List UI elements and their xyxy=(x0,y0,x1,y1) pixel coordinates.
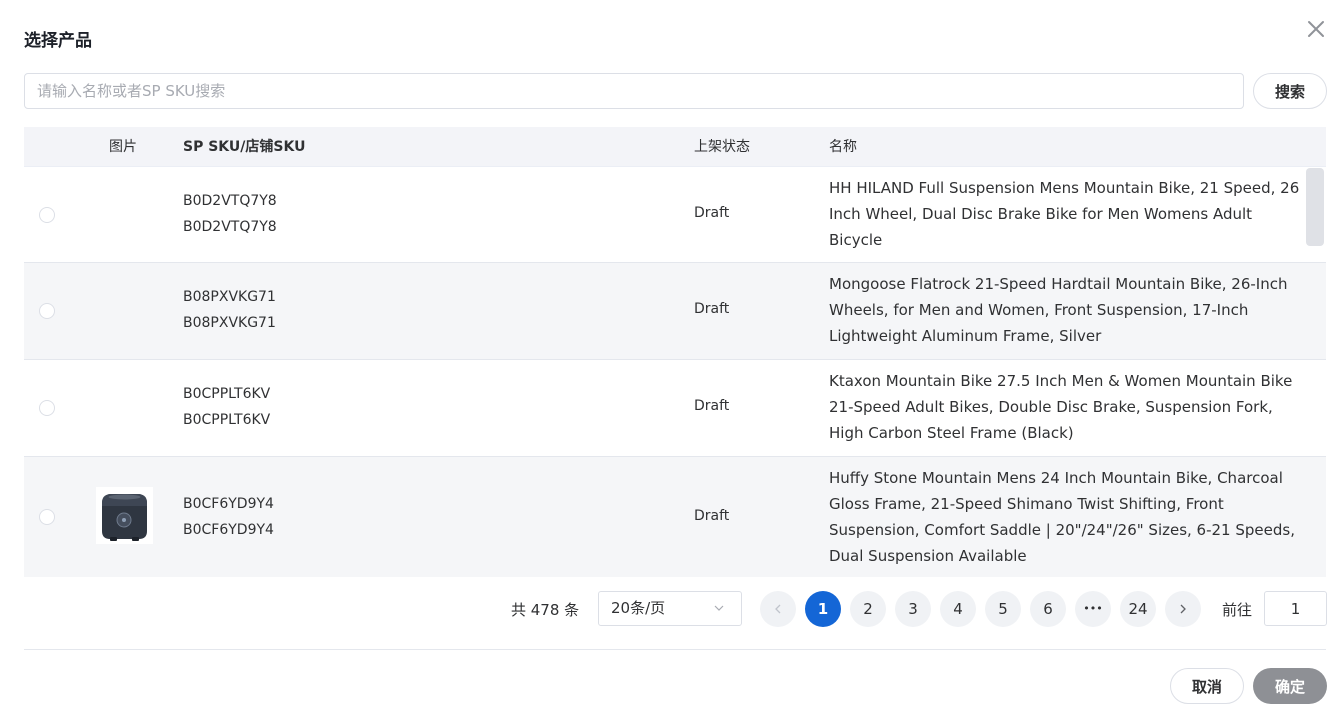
column-header-sku: SP SKU/店铺SKU xyxy=(183,139,306,155)
page-size-value: 20条/页 xyxy=(611,599,666,617)
cancel-button[interactable]: 取消 xyxy=(1170,668,1244,704)
column-header-status: 上架状态 xyxy=(694,139,750,155)
chevron-right-icon[interactable] xyxy=(1165,591,1201,627)
store-sku: B0CPPLT6KV xyxy=(183,412,271,428)
search-button[interactable]: 搜索 xyxy=(1253,73,1327,109)
status-text: Draft xyxy=(694,508,730,524)
sp-sku: B0D2VTQ7Y8 xyxy=(183,193,277,209)
rice-cooker-product-image xyxy=(96,487,153,544)
search-input[interactable] xyxy=(24,73,1244,109)
page-size-select[interactable]: 20条/页 xyxy=(598,591,742,626)
page-button[interactable]: 4 xyxy=(940,591,976,627)
column-header-name: 名称 xyxy=(829,139,857,155)
row-select-radio[interactable] xyxy=(39,400,55,416)
page-button[interactable]: 2 xyxy=(850,591,886,627)
store-sku: B0D2VTQ7Y8 xyxy=(183,219,277,235)
product-name: HH HILAND Full Suspension Mens Mountain … xyxy=(829,179,1300,249)
sp-sku: B08PXVKG71 xyxy=(183,289,276,305)
page-button[interactable]: 24 xyxy=(1120,591,1156,627)
column-header-image: 图片 xyxy=(109,139,137,155)
table-row[interactable]: B08PXVKG71 B08PXVKG71 Draft Mongoose Fla… xyxy=(24,263,1326,360)
row-select-radio[interactable] xyxy=(39,303,55,319)
status-text: Draft xyxy=(694,398,730,414)
page-button[interactable]: 1 xyxy=(805,591,841,627)
store-sku: B08PXVKG71 xyxy=(183,315,276,331)
table-header: 图片 SP SKU/店铺SKU 上架状态 名称 xyxy=(24,127,1326,167)
chevron-left-icon[interactable] xyxy=(760,591,796,627)
goto-label: 前往 xyxy=(1222,601,1253,619)
table-row[interactable]: B0CF6YD9Y4 B0CF6YD9Y4 Draft Huffy Stone … xyxy=(24,457,1326,577)
row-select-radio[interactable] xyxy=(39,509,55,525)
sp-sku: B0CPPLT6KV xyxy=(183,386,271,402)
confirm-button[interactable]: 确定 xyxy=(1253,668,1327,704)
goto-page-input[interactable] xyxy=(1264,591,1327,626)
page-button[interactable]: 6 xyxy=(1030,591,1066,627)
product-table: 图片 SP SKU/店铺SKU 上架状态 名称 B0D2VTQ7Y8 B0D2V… xyxy=(24,127,1326,577)
dialog-title: 选择产品 xyxy=(24,31,92,51)
table-row[interactable]: B0D2VTQ7Y8 B0D2VTQ7Y8 Draft HH HILAND Fu… xyxy=(24,167,1326,263)
table-row[interactable]: B0CPPLT6KV B0CPPLT6KV Draft Ktaxon Mount… xyxy=(24,360,1326,457)
sp-sku: B0CF6YD9Y4 xyxy=(183,496,274,512)
search-bar: 搜索 xyxy=(24,73,1327,109)
page-button[interactable]: 3 xyxy=(895,591,931,627)
status-text: Draft xyxy=(694,205,730,221)
product-name: Ktaxon Mountain Bike 27.5 Inch Men & Wom… xyxy=(829,372,1293,442)
page-button[interactable]: 5 xyxy=(985,591,1021,627)
chevron-down-icon xyxy=(713,592,725,638)
status-text: Draft xyxy=(694,301,730,317)
product-name: Huffy Stone Mountain Mens 24 Inch Mounta… xyxy=(829,469,1295,565)
store-sku: B0CF6YD9Y4 xyxy=(183,522,274,538)
product-name: Mongoose Flatrock 21-Speed Hardtail Moun… xyxy=(829,275,1288,345)
table-scrollbar[interactable] xyxy=(1306,168,1324,246)
close-icon[interactable] xyxy=(1305,18,1327,40)
more-pages-button[interactable]: ••• xyxy=(1075,591,1111,627)
pagination: 共 478 条 20条/页 1 2 3 4 5 6 ••• 24 前往 xyxy=(0,590,1344,630)
row-select-radio[interactable] xyxy=(39,207,55,223)
footer-divider xyxy=(24,649,1326,650)
total-count: 共 478 条 xyxy=(511,601,580,619)
